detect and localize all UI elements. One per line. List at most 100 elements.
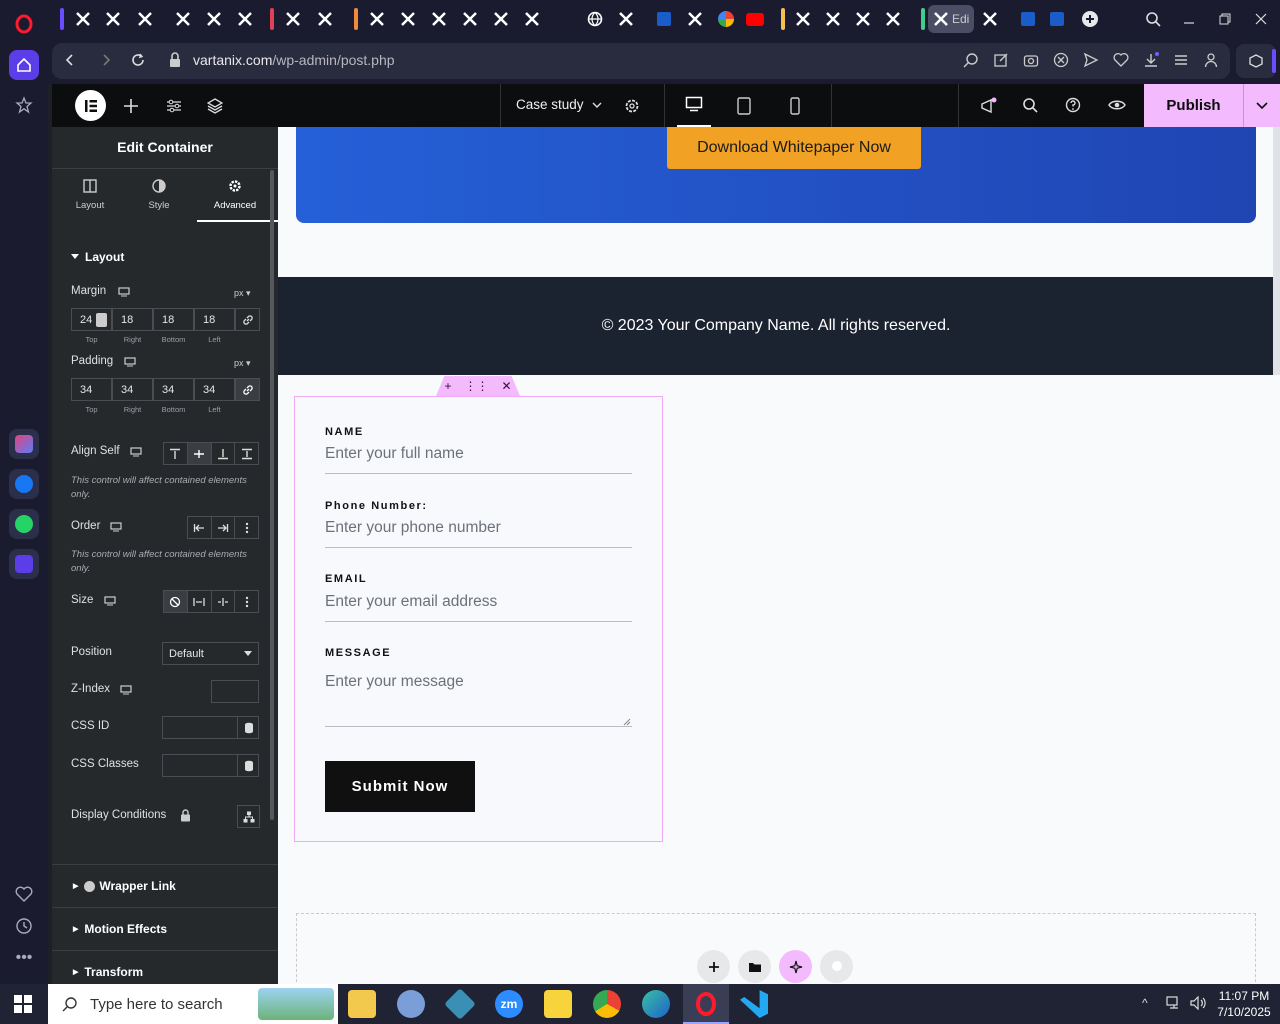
heart-icon[interactable] xyxy=(1113,52,1129,68)
padding-bottom-input[interactable]: 34 xyxy=(153,378,194,401)
globe-icon[interactable] xyxy=(582,6,608,32)
elementor-tab-icon[interactable] xyxy=(170,6,196,32)
download-icon[interactable] xyxy=(1143,52,1159,68)
drag-handle-icon[interactable]: ⋮⋮ xyxy=(464,379,488,393)
margin-bottom-input[interactable]: 18 xyxy=(153,308,194,331)
elementor-tab-icon[interactable] xyxy=(457,6,483,32)
tablet-view-icon[interactable] xyxy=(736,97,752,115)
elementor-tab-icon[interactable] xyxy=(132,6,158,32)
align-start-icon[interactable] xyxy=(164,443,188,464)
network-icon[interactable] xyxy=(1166,996,1182,1010)
spinner-icon[interactable] xyxy=(96,313,107,327)
vscode-icon[interactable] xyxy=(740,990,768,1018)
elementor-tab-icon[interactable] xyxy=(519,6,545,32)
lock-icon[interactable] xyxy=(168,52,182,68)
elementor-tab-icon[interactable] xyxy=(613,6,639,32)
size-grow-icon[interactable] xyxy=(188,591,212,612)
zoom-icon[interactable]: zm xyxy=(495,990,523,1018)
clock[interactable]: 11:07 PM 7/10/2025 xyxy=(1214,988,1274,1020)
elementor-tab-icon[interactable] xyxy=(232,6,258,32)
add-section-icon[interactable] xyxy=(697,950,730,983)
elementor-tab-icon[interactable] xyxy=(790,6,816,32)
chrome-icon[interactable] xyxy=(593,990,621,1018)
publish-options-chevron-icon[interactable] xyxy=(1243,84,1280,127)
ai-sparkle-icon[interactable] xyxy=(779,950,812,983)
windows-start-icon[interactable] xyxy=(14,995,32,1013)
file-explorer-icon[interactable] xyxy=(348,990,376,1018)
page-settings-gear-icon[interactable] xyxy=(624,98,640,114)
elementor-tab-icon[interactable] xyxy=(488,6,514,32)
adblock-icon[interactable] xyxy=(1053,52,1069,68)
music-player-icon[interactable] xyxy=(9,549,39,579)
elementor-tab-icon[interactable] xyxy=(977,6,1003,32)
elementor-tab-icon[interactable] xyxy=(426,6,452,32)
cta-section[interactable]: Download Whitepaper Now xyxy=(296,127,1256,223)
resize-handle-icon[interactable] xyxy=(623,718,631,726)
add-container-icon[interactable]: + xyxy=(444,379,451,393)
more-options-icon[interactable] xyxy=(235,517,258,538)
responsive-desktop-icon[interactable] xyxy=(124,357,136,367)
elementor-tab-icon[interactable] xyxy=(880,6,906,32)
elementor-tab-icon[interactable] xyxy=(280,6,306,32)
order-start-icon[interactable] xyxy=(188,517,212,538)
elementor-tab-icon[interactable] xyxy=(312,6,338,32)
elementor-tab-icon[interactable] xyxy=(70,6,96,32)
camera-icon[interactable] xyxy=(1023,52,1039,68)
outlook-icon[interactable] xyxy=(1044,6,1070,32)
home-icon[interactable] xyxy=(9,50,39,80)
delete-container-icon[interactable]: ✕ xyxy=(501,379,511,393)
elementor-logo-icon[interactable] xyxy=(75,90,106,121)
tab-style[interactable]: Style xyxy=(123,179,195,211)
opera-logo-icon[interactable] xyxy=(9,9,39,39)
sticky-notes-icon[interactable] xyxy=(544,990,572,1018)
tab-layout[interactable]: Layout xyxy=(54,179,126,211)
add-element-icon[interactable] xyxy=(123,98,139,114)
elementor-tab-icon[interactable] xyxy=(820,6,846,32)
dynamic-tags-icon[interactable] xyxy=(237,754,259,777)
order-end-icon[interactable] xyxy=(212,517,236,538)
margin-unit-select[interactable]: px ▾ xyxy=(234,288,251,299)
mobile-view-icon[interactable] xyxy=(789,97,801,115)
outlook-icon[interactable] xyxy=(1015,6,1041,32)
transform-section[interactable]: ▶ Transform xyxy=(52,950,278,984)
elementor-tab-icon[interactable] xyxy=(682,6,708,32)
panel-scrollbar[interactable] xyxy=(270,170,274,820)
desktop-view-icon[interactable] xyxy=(677,96,711,127)
link-values-icon[interactable] xyxy=(235,378,260,401)
responsive-desktop-icon[interactable] xyxy=(130,447,142,457)
edit-icon[interactable] xyxy=(993,52,1009,68)
wrapper-link-section[interactable]: ▶ Wrapper Link xyxy=(52,864,278,907)
outlook-icon[interactable] xyxy=(651,6,677,32)
send-icon[interactable] xyxy=(1083,52,1099,68)
tab-advanced[interactable]: Advanced xyxy=(199,179,271,211)
new-tab-icon[interactable] xyxy=(1077,6,1103,32)
size-none-icon[interactable] xyxy=(164,591,188,612)
padding-left-input[interactable]: 34 xyxy=(194,378,235,401)
z-index-input[interactable] xyxy=(211,680,259,703)
reload-icon[interactable] xyxy=(130,52,146,68)
search-page-icon[interactable] xyxy=(963,52,979,68)
volume-icon[interactable] xyxy=(1190,996,1208,1010)
aria-icon[interactable] xyxy=(9,429,39,459)
name-input[interactable]: Enter your full name xyxy=(325,445,632,474)
phone-input[interactable]: Enter your phone number xyxy=(325,519,632,548)
margin-left-input[interactable]: 18 xyxy=(194,308,235,331)
app-icon[interactable] xyxy=(444,988,476,1020)
restore-icon[interactable] xyxy=(1212,6,1238,32)
position-select[interactable]: Default xyxy=(162,642,259,665)
url-text[interactable]: vartanix.com/wp-admin/post.php xyxy=(193,52,395,68)
back-icon[interactable] xyxy=(62,52,78,68)
dynamic-tags-icon[interactable] xyxy=(237,716,259,739)
email-input[interactable]: Enter your email address xyxy=(325,593,632,622)
link-values-icon[interactable] xyxy=(235,308,260,331)
align-center-icon[interactable] xyxy=(187,443,212,464)
minimize-icon[interactable] xyxy=(1176,6,1202,32)
display-conditions-icon[interactable] xyxy=(237,805,260,828)
taskbar-search[interactable]: Type here to search xyxy=(48,984,338,1024)
elementor-tab-icon[interactable] xyxy=(850,6,876,32)
show-hidden-icons-icon[interactable]: ^ xyxy=(1142,996,1148,1010)
size-shrink-icon[interactable] xyxy=(212,591,236,612)
whatsapp-icon[interactable] xyxy=(9,509,39,539)
empty-drop-zone[interactable] xyxy=(296,913,1256,984)
notifications-megaphone-icon[interactable] xyxy=(979,97,997,115)
